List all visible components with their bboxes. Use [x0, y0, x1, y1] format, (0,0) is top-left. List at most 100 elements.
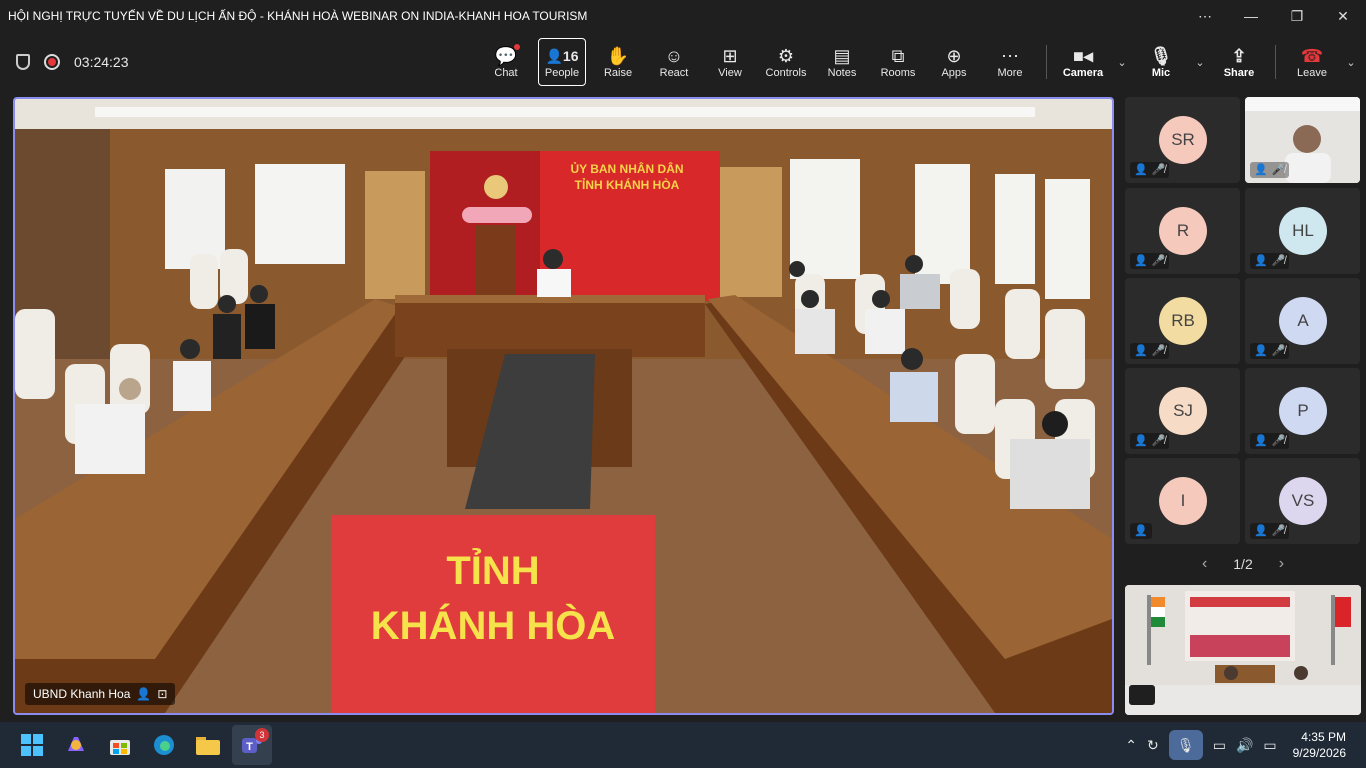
minimize-button[interactable]: — [1228, 0, 1274, 32]
clock-time: 4:35 PM [1301, 730, 1346, 744]
file-explorer-app[interactable] [188, 725, 228, 765]
rooms-label: Rooms [880, 67, 916, 79]
gallery-tile[interactable]: P 👤 🎤̸ [1245, 368, 1360, 454]
leave-button[interactable]: ☎ Leave [1284, 38, 1340, 86]
gallery-tile[interactable]: VS 👤 🎤̸ [1245, 458, 1360, 544]
guest-icon: 👤 [1134, 345, 1148, 357]
share-button[interactable]: ⇪ Share [1211, 38, 1267, 86]
avatar: SR [1159, 116, 1207, 164]
next-page-chevron-icon[interactable]: › [1279, 555, 1284, 573]
self-view-video[interactable] [1125, 585, 1361, 715]
title-bar: HỘI NGHỊ TRỰC TUYẾN VỀ DU LỊCH ẤN ĐỘ - K… [0, 0, 1366, 32]
guest-icon: 👤 [1134, 525, 1148, 537]
camera-options-chevron-icon[interactable]: ⌄ [1111, 56, 1133, 69]
network-icon[interactable]: ▭ [1213, 737, 1226, 754]
sync-icon[interactable]: ↻ [1147, 737, 1159, 754]
notes-label: Notes [827, 67, 857, 79]
mic-muted-icon: 🎤̸ [1151, 435, 1166, 447]
smiley-icon: ☺ [664, 46, 684, 66]
toolbar-divider-2 [1275, 45, 1276, 79]
store-app[interactable] [100, 725, 140, 765]
guest-icon: 👤 [1134, 164, 1148, 176]
gallery-pager: ‹ 1/2 › [1125, 552, 1361, 576]
edge-app[interactable] [144, 725, 184, 765]
leave-options-chevron-icon[interactable]: ⌄ [1340, 56, 1362, 69]
toolbar-divider [1046, 45, 1047, 79]
restore-button[interactable]: ❐ [1274, 0, 1320, 32]
apps-label: Apps [941, 67, 967, 79]
leave-label: Leave [1297, 67, 1327, 79]
people-icon: 👤16 [545, 48, 579, 64]
unread-dot [514, 44, 520, 50]
rooms-button[interactable]: ⧉ Rooms [870, 38, 926, 86]
clock[interactable]: 4:35 PM 9/29/2026 [1293, 729, 1346, 761]
notes-button[interactable]: ▤ Notes [814, 38, 870, 86]
recording-icon [44, 54, 60, 70]
mic-muted-icon: 🎤̸ [1151, 164, 1166, 176]
react-button[interactable]: ☺ React [646, 38, 702, 86]
presenter-room-video [1125, 585, 1361, 715]
ellipsis-icon: ⋯ [1001, 46, 1019, 66]
gallery-tile[interactable]: RB 👤 🎤̸ [1125, 278, 1240, 364]
meeting-toolbar: 03:24:23 💬 Chat 👤16 People ✋ Raise ☺ Rea… [0, 32, 1366, 92]
apps-icon: ⊕ [946, 46, 962, 66]
gallery-tile[interactable]: HL 👤 🎤̸ [1245, 188, 1360, 274]
gallery-tile[interactable]: SR 👤 🎤̸ [1125, 97, 1240, 183]
copilot-app[interactable] [56, 725, 96, 765]
notes-icon: ▤ [833, 46, 851, 66]
copilot-icon [68, 737, 84, 751]
mic-options-chevron-icon[interactable]: ⌄ [1189, 56, 1211, 69]
volume-icon[interactable]: 🔊 [1236, 737, 1253, 754]
chat-button[interactable]: 💬 Chat [478, 38, 534, 86]
more-options-icon[interactable]: ⋯ [1182, 0, 1228, 32]
gallery-tile-video[interactable]: 👤 🎤̸ [1245, 97, 1360, 183]
battery-icon[interactable]: ▭ [1263, 737, 1276, 754]
gallery-tile[interactable]: SJ 👤 🎤̸ [1125, 368, 1240, 454]
people-count: 16 [562, 48, 579, 64]
teams-app[interactable]: T 3 [232, 725, 272, 765]
mic-muted-icon: 🎤̸ [1271, 255, 1286, 267]
avatar: I [1159, 477, 1207, 525]
react-label: React [659, 67, 689, 79]
clock-date: 9/29/2026 [1292, 746, 1346, 760]
avatar: P [1279, 387, 1327, 435]
chevron-up-icon[interactable]: ⌃ [1125, 737, 1137, 754]
hand-icon: ✋ [606, 46, 630, 66]
people-button[interactable]: 👤16 People [538, 38, 586, 86]
raise-label: Raise [603, 67, 633, 79]
gallery-tile[interactable]: A 👤 🎤̸ [1245, 278, 1360, 364]
guest-icon: 👤 [1134, 435, 1148, 447]
camera-label: Camera [1062, 67, 1104, 79]
mic-icon: 🎙 [1149, 46, 1173, 66]
main-video-stage[interactable]: ỦY BAN NHÂN DÂN TỈNH KHÁNH HÒA TỈNH KHÁN… [13, 97, 1114, 715]
more-button[interactable]: ⋯ More [982, 38, 1038, 86]
rooms-icon: ⧉ [891, 46, 905, 66]
view-button[interactable]: ⊞ View [702, 38, 758, 86]
mic-in-use-indicator[interactable]: 🎙 [1168, 730, 1203, 760]
share-label: Share [1223, 67, 1255, 79]
gallery-tile[interactable]: R 👤 🎤̸ [1125, 188, 1240, 274]
mic-muted-icon: 🎤̸ [1271, 435, 1286, 447]
mic-label: Mic [1151, 67, 1171, 79]
guest-icon: 👤 [1254, 345, 1268, 357]
start-button[interactable] [12, 725, 52, 765]
pin-icon[interactable]: ⊡ [157, 687, 167, 701]
grid-icon: ⊞ [722, 46, 738, 66]
controls-icon: ⚙ [777, 46, 795, 66]
mic-muted-icon: 🎤̸ [1271, 525, 1286, 537]
folder-icon [196, 737, 220, 755]
gallery-tile[interactable]: I 👤 [1125, 458, 1240, 544]
apps-button[interactable]: ⊕ Apps [926, 38, 982, 86]
conference-room-video: ỦY BAN NHÂN DÂN TỈNH KHÁNH HÒA TỈNH KHÁN… [15, 99, 1112, 713]
mic-muted-icon: 🎤̸ [1271, 164, 1286, 176]
mic-button[interactable]: 🎙 Mic [1133, 38, 1189, 86]
raise-hand-button[interactable]: ✋ Raise [590, 38, 646, 86]
page-indicator: 1/2 [1233, 556, 1253, 572]
prev-page-chevron-icon[interactable]: ‹ [1202, 555, 1207, 573]
participant-name: UBND Khanh Hoa [33, 687, 131, 701]
camera-button[interactable]: ■◂ Camera [1055, 38, 1111, 86]
controls-button[interactable]: ⚙ Controls [758, 38, 814, 86]
close-button[interactable]: ✕ [1320, 0, 1366, 32]
shield-icon[interactable] [16, 54, 30, 70]
avatar: HL [1279, 207, 1327, 255]
